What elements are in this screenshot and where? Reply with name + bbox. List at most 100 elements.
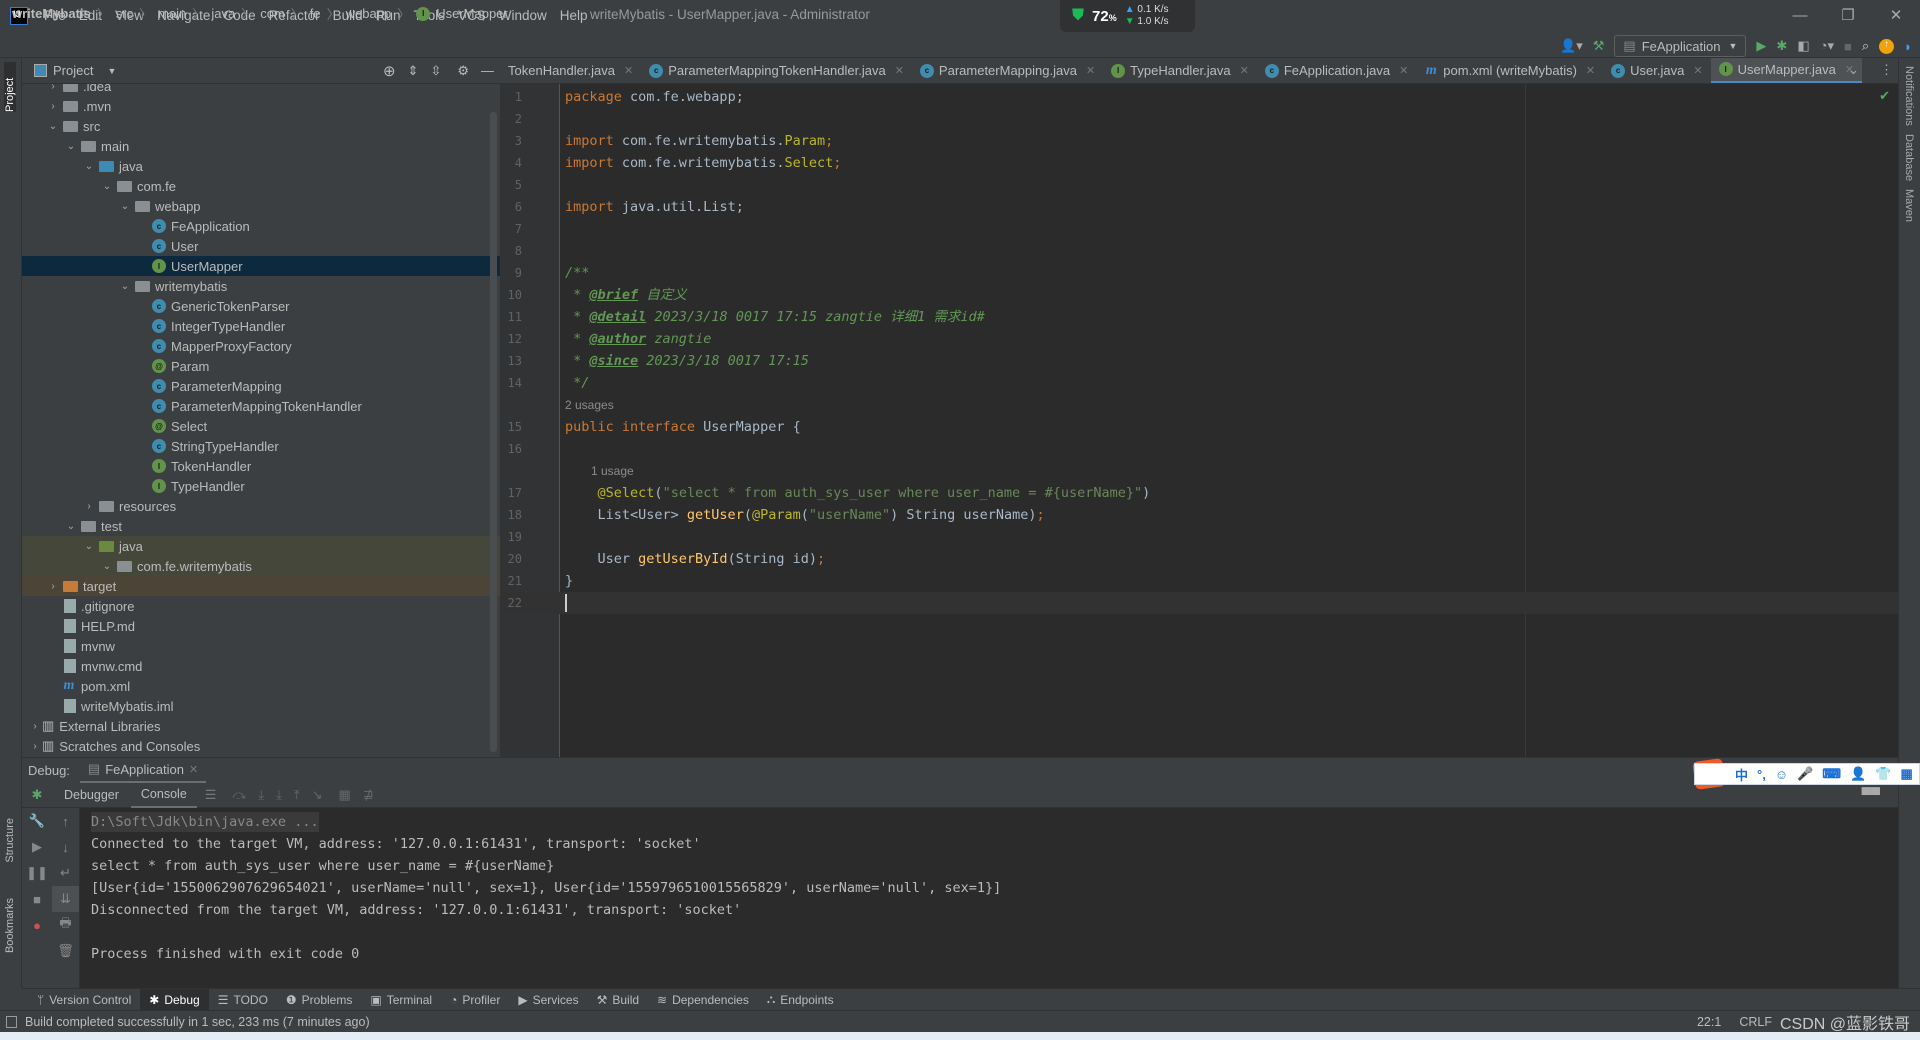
ime-item[interactable]: 中	[1735, 765, 1748, 784]
restore-button[interactable]: ❐	[1824, 6, 1872, 24]
ime-item[interactable]: 👕	[1875, 766, 1891, 782]
tree-item[interactable]: › resources	[22, 496, 500, 516]
tree-item[interactable]: ⌄ writemybatis	[22, 276, 500, 296]
tree-item[interactable]: I TokenHandler	[22, 456, 500, 476]
search-icon[interactable]: ⌕	[1862, 38, 1869, 54]
tree-item[interactable]: writeMybatis.iml	[22, 696, 500, 716]
tree-item[interactable]: ⌄ java	[22, 156, 500, 176]
close-icon[interactable]: ✕	[895, 64, 904, 77]
tab-list-chevron-icon[interactable]: ⌄	[1848, 62, 1859, 78]
ime-item[interactable]: ☺	[1775, 767, 1788, 782]
chevron-down-icon[interactable]: ▼	[107, 66, 116, 76]
caret-position[interactable]: 22:1	[1697, 1015, 1721, 1029]
tree-item[interactable]: › .mvn	[22, 96, 500, 116]
tool-tab-version-control[interactable]: ᛘ Version Control	[28, 989, 140, 1011]
run-to-cursor-icon[interactable]: ↘	[312, 787, 323, 803]
stop-icon[interactable]: ■	[22, 886, 52, 912]
tool-tab-debug[interactable]: ✱ Debug	[140, 988, 209, 1011]
ime-item[interactable]: ⌨	[1822, 766, 1841, 782]
scroll-up-icon[interactable]: ↑	[52, 808, 79, 834]
editor-tab[interactable]: ITokenHandler.java✕	[500, 58, 641, 83]
update-icon[interactable]: ↑	[1879, 38, 1895, 54]
close-icon[interactable]: ✕	[1399, 64, 1408, 77]
step-over-icon[interactable]: ⤼	[232, 787, 246, 803]
console-output[interactable]: D:\Soft\Jdk\bin\java.exe ... Connected to…	[80, 808, 1898, 988]
gear-icon[interactable]: ⚙	[457, 63, 469, 79]
ime-item[interactable]: 👤	[1850, 766, 1866, 782]
tree-item[interactable]: c IntegerTypeHandler	[22, 316, 500, 336]
breadcrumb-item[interactable]: java	[211, 6, 235, 21]
editor-tab[interactable]: I UserMapper.java ✕	[1710, 58, 1863, 83]
tree-item[interactable]: ⌄ test	[22, 516, 500, 536]
breadcrumb-item[interactable]: src	[116, 6, 133, 21]
tool-tab-services[interactable]: ▶ Services	[509, 989, 587, 1011]
project-scrollbar[interactable]	[490, 112, 497, 752]
project-view-select[interactable]: Project	[53, 63, 93, 78]
tool-database[interactable]: Database	[1903, 134, 1915, 181]
editor-tab[interactable]: c ParameterMapping.java ✕	[912, 58, 1103, 83]
expand-all-icon[interactable]: ⇕	[408, 63, 419, 79]
tree-item[interactable]: m pom.xml	[22, 676, 500, 696]
ime-item[interactable]: 🎤	[1797, 766, 1813, 782]
soft-wrap-icon[interactable]: ↵	[52, 860, 79, 886]
close-icon[interactable]: ✕	[1693, 64, 1702, 77]
breadcrumb-item[interactable]: com	[260, 6, 285, 21]
scroll-down-icon[interactable]: ↓	[52, 834, 79, 860]
close-button[interactable]: ✕	[1872, 6, 1920, 24]
build-hammer-icon[interactable]: ⚒	[1593, 38, 1605, 54]
tree-item[interactable]: › ▥ External Libraries	[22, 716, 500, 736]
debug-session-tab[interactable]: ▤ FeApplication ✕	[79, 758, 207, 783]
tool-tab-profiler[interactable]: ◔ Profiler	[441, 989, 509, 1011]
tool-tab-problems[interactable]: ❶ Problems	[277, 989, 361, 1011]
ime-item[interactable]: °,	[1757, 767, 1766, 782]
tool-tab-build[interactable]: ⚒ Build	[588, 989, 648, 1011]
code-editor[interactable]: 1 package com.fe.webapp; 2 3 import com.fe.w…	[500, 84, 1898, 757]
editor-tab[interactable]: c User.java ✕	[1603, 58, 1710, 83]
hide-panel-icon[interactable]: —	[481, 63, 494, 78]
tree-item[interactable]: mvnw	[22, 636, 500, 656]
close-icon[interactable]: ✕	[1240, 64, 1249, 77]
usage-hint-text[interactable]: 2 usages	[565, 394, 614, 416]
breadcrumb-item[interactable]: UserMapper	[436, 6, 508, 21]
tool-maven[interactable]: Maven	[1903, 189, 1915, 222]
force-step-into-icon[interactable]: ⤓	[276, 787, 282, 803]
tree-item[interactable]: c GenericTokenParser	[22, 296, 500, 316]
resume-icon[interactable]: ▶	[22, 834, 52, 860]
clear-all-icon[interactable]: 🗑	[52, 938, 79, 964]
tree-item[interactable]: mvnw.cmd	[22, 656, 500, 676]
tree-item[interactable]: › target	[22, 576, 500, 596]
tree-item[interactable]: ⌄ java	[22, 536, 500, 556]
close-icon[interactable]: ✕	[1586, 64, 1595, 77]
layout-icon[interactable]: ▀▀	[1862, 787, 1880, 802]
run-configuration-select[interactable]: ▤ FeApplication ▼	[1614, 35, 1747, 57]
tree-item[interactable]: ⌄ com.fe.writemybatis	[22, 556, 500, 576]
editor-tab[interactable]: m pom.xml (writeMybatis) ✕	[1416, 58, 1603, 83]
evaluate-icon[interactable]: ▦	[339, 787, 351, 803]
collapse-all-icon[interactable]: ⇳	[430, 63, 441, 79]
breadcrumb-item[interactable]: webapp	[346, 6, 392, 21]
more-options-icon[interactable]: ⋮	[1880, 62, 1893, 78]
scroll-to-end-icon[interactable]: ⇊	[52, 886, 79, 912]
tree-item[interactable]: ⌄ main	[22, 136, 500, 156]
line-ending[interactable]: CRLF	[1739, 1015, 1772, 1029]
run-icon[interactable]: ▶	[1756, 38, 1766, 54]
debug-bug-icon[interactable]: ✱	[1776, 38, 1787, 54]
tree-item[interactable]: @ Param	[22, 356, 500, 376]
breadcrumb-item[interactable]: fe	[310, 6, 321, 21]
close-icon[interactable]: ✕	[1086, 64, 1095, 77]
tab-console[interactable]: Console	[130, 782, 197, 808]
print-icon[interactable]: 🖶	[52, 912, 79, 938]
tool-tab-endpoints[interactable]: ⛬ Endpoints	[758, 989, 843, 1011]
editor-tab[interactable]: c ParameterMappingTokenHandler.java ✕	[641, 58, 912, 83]
close-icon[interactable]: ✕	[189, 763, 198, 776]
editor-tab[interactable]: I TypeHandler.java ✕	[1103, 58, 1257, 83]
tree-item[interactable]: ⌄ com.fe	[22, 176, 500, 196]
tab-debugger[interactable]: Debugger	[52, 788, 131, 802]
project-tool-button[interactable]: Project	[4, 62, 16, 112]
coverage-icon[interactable]: ◧	[1797, 38, 1809, 54]
bookmarks-tool-button[interactable]: Bookmarks	[4, 898, 16, 953]
tree-item[interactable]: c ParameterMapping	[22, 376, 500, 396]
profiler-icon[interactable]: ◔▾	[1820, 38, 1834, 54]
tool-tab-todo[interactable]: ☰ TODO	[209, 989, 277, 1011]
breadcrumb-item[interactable]: main	[158, 6, 186, 21]
